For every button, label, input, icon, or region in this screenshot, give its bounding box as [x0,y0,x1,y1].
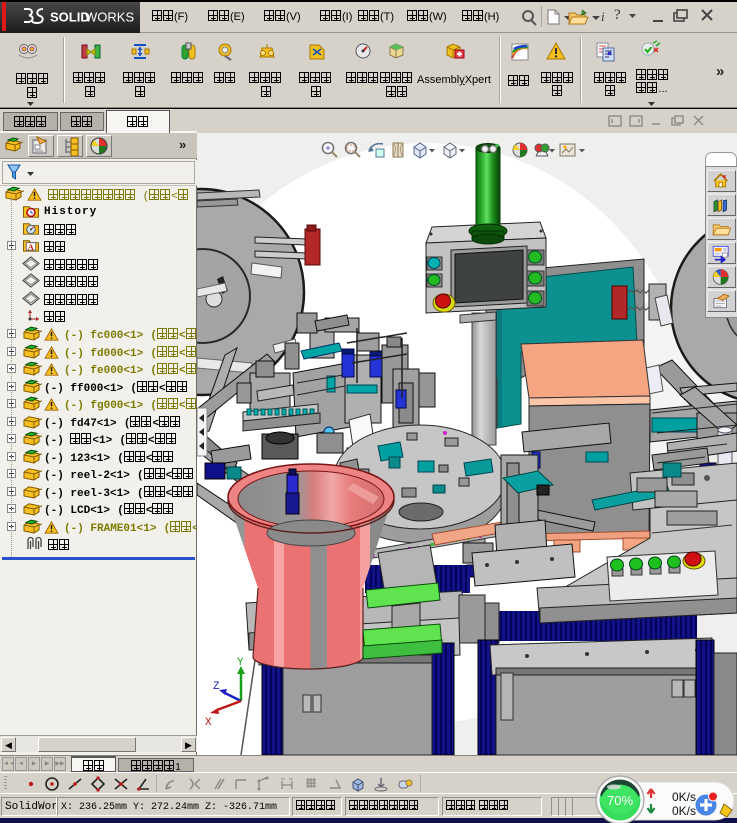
svg-text:Y: Y [237,657,244,669]
svg-text:0K/s: 0K/s [672,804,696,818]
svg-text:0K/s: 0K/s [672,790,696,804]
svg-text:A: A [28,242,35,252]
svg-text:70%: 70% [607,793,633,808]
svg-text:Z: Z [213,681,220,693]
svg-text:X: X [205,717,212,729]
